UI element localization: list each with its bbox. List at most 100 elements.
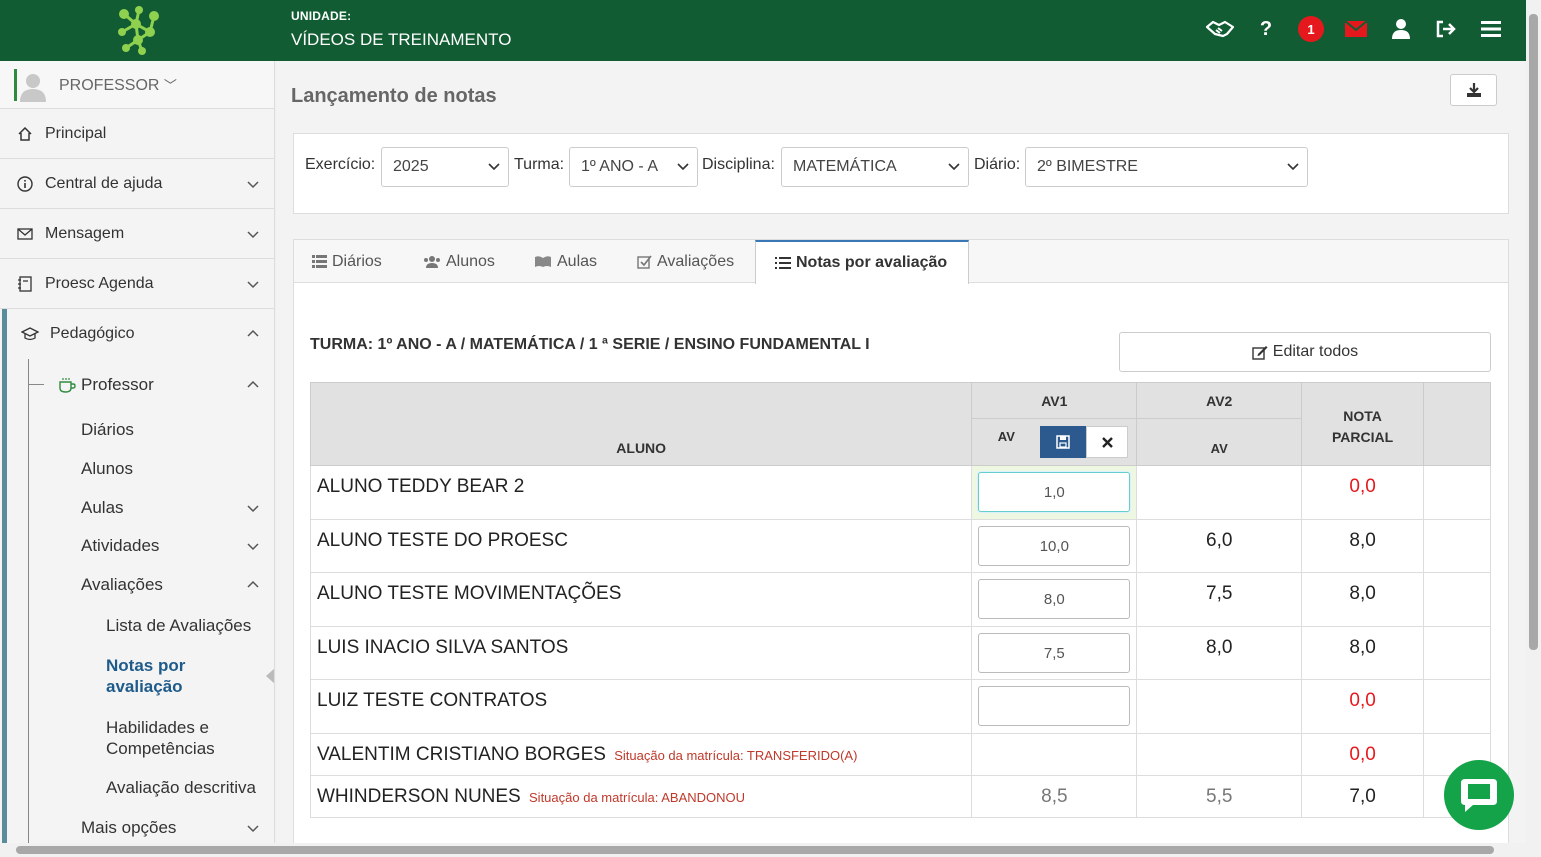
mail-icon[interactable] — [1341, 14, 1371, 44]
sidebar-item-pedagogico[interactable]: Pedagógico — [0, 309, 274, 359]
av1-input[interactable]: 10,0 — [978, 526, 1131, 566]
unit-caption: UNIDADE: — [291, 9, 352, 23]
tab-bar: Diários Alunos Aulas Avaliações Notas po… — [294, 240, 1508, 284]
edit-all-button[interactable]: Editar todos — [1119, 332, 1491, 372]
tab-aulas[interactable]: Aulas — [534, 240, 597, 283]
av1-input[interactable]: 1,0 — [978, 472, 1131, 512]
sidebar-item-aulas[interactable]: Aulas — [0, 488, 274, 527]
sidebar-item-principal[interactable]: Principal — [0, 109, 274, 159]
sidebar-item-label: Proesc Agenda — [45, 274, 154, 292]
chevron-down-icon — [247, 230, 259, 238]
table-header-row: ALUNO AV1 AV2 NOTA PARCIAL — [309, 382, 1491, 466]
scrollbar-thumb[interactable] — [1529, 14, 1538, 650]
user-menu[interactable]: PROFESSOR ﹀ — [0, 61, 274, 109]
disciplina-value: MATEMÁTICA — [793, 158, 897, 175]
av1-input[interactable] — [978, 686, 1131, 726]
chevron-down-icon: ﹀ — [163, 78, 177, 93]
av1-input[interactable]: 7,5 — [978, 633, 1131, 673]
coffee-icon — [58, 377, 76, 393]
sidebar-item-lista-de-avaliacoes[interactable]: Lista de Avaliações — [0, 605, 274, 646]
sidebar-item-label: Professor — [81, 375, 154, 394]
chevron-down-icon — [948, 163, 960, 171]
sidebar-item-proesc-agenda[interactable]: Proesc Agenda — [0, 259, 274, 309]
tab-label: Diários — [332, 252, 382, 270]
av2-cell — [1136, 679, 1303, 734]
sidebar-item-alunos[interactable]: Alunos — [0, 449, 274, 488]
vertical-scrollbar[interactable] — [1526, 0, 1541, 843]
cancel-button[interactable] — [1086, 426, 1129, 458]
chat-button[interactable] — [1444, 760, 1514, 830]
logout-icon[interactable] — [1431, 14, 1461, 44]
sidebar-item-label: Avaliações — [81, 575, 163, 594]
table-row: VALENTIM CRISTIANO BORGES Situação da ma… — [309, 733, 1491, 776]
student-name: VALENTIM CRISTIANO BORGES — [317, 744, 606, 765]
help-icon[interactable]: ? — [1251, 14, 1281, 44]
grades-panel: Diários Alunos Aulas Avaliações Notas po… — [293, 239, 1509, 849]
chevron-down-icon — [247, 825, 259, 833]
users-icon — [423, 255, 441, 268]
notifications-button[interactable]: 1 — [1296, 14, 1326, 44]
chevron-up-icon — [247, 380, 259, 388]
tab-avaliacoes[interactable]: Avaliações — [637, 240, 734, 283]
tab-alunos[interactable]: Alunos — [423, 240, 495, 283]
active-indicator-icon — [266, 668, 274, 684]
download-icon — [1466, 83, 1481, 97]
av1-input[interactable]: 8,0 — [978, 579, 1131, 619]
handshake-icon[interactable] — [1205, 14, 1235, 44]
sidebar-item-mensagem[interactable]: Mensagem — [0, 209, 274, 259]
turma-label: Turma: — [514, 156, 565, 173]
save-button[interactable] — [1040, 426, 1087, 458]
scrollbar-thumb[interactable] — [16, 846, 1494, 854]
student-name: WHINDERSON NUNES — [317, 786, 521, 807]
tab-diarios[interactable]: Diários — [312, 240, 382, 283]
av2-cell: 5,5 — [1136, 775, 1303, 818]
home-icon — [16, 125, 34, 143]
page-title: Lançamento de notas — [291, 85, 497, 107]
enrollment-status: Situação da matrícula: ABANDONOU — [529, 790, 746, 805]
sidebar-item-professor[interactable]: Professor — [0, 359, 274, 411]
sidebar-item-diarios[interactable]: Diários — [0, 411, 274, 449]
hamburger-menu-icon[interactable] — [1476, 14, 1506, 44]
table-row: WHINDERSON NUNES Situação da matrícula: … — [309, 775, 1491, 818]
list-ol-icon — [775, 256, 791, 270]
nota-parcial-cell: 8,0 — [1301, 572, 1425, 627]
sidebar-item-atividades[interactable]: Atividades — [0, 527, 274, 565]
diario-label: Diário: — [974, 156, 1021, 173]
user-icon[interactable] — [1386, 14, 1416, 44]
sidebar-item-label: Atividades — [81, 536, 160, 555]
logo-icon — [118, 6, 159, 55]
chevron-down-icon — [1287, 163, 1299, 171]
turma-value: 1º ANO - A — [581, 158, 658, 175]
sidebar-item-notas-por-avaliacao[interactable]: Notas por avaliação — [0, 646, 274, 708]
download-button[interactable] — [1450, 74, 1497, 106]
exercicio-label: Exercício: — [305, 156, 376, 173]
sidebar-item-mais-opcoes[interactable]: Mais opções — [0, 808, 274, 843]
sidebar-item-avaliacao-descritiva[interactable]: Avaliação descritiva — [0, 768, 274, 808]
nota-parcial-cell: 7,0 — [1301, 775, 1425, 818]
student-name-cell: WHINDERSON NUNES Situação da matrícula: … — [309, 775, 973, 818]
table-row: ALUNO TEDDY BEAR 2 1,0 0,0 — [309, 465, 1491, 520]
table-row: LUIS INACIO SILVA SANTOS 7,5 8,0 8,0 — [309, 626, 1491, 680]
sidebar-item-habilidades[interactable]: Habilidades e Competências — [0, 708, 274, 768]
exercicio-select[interactable]: 2025 — [381, 147, 509, 187]
chevron-down-icon — [488, 163, 500, 171]
header-nota-label: NOTA — [1343, 408, 1382, 424]
nota-parcial-cell: 8,0 — [1301, 519, 1425, 573]
horizontal-scrollbar[interactable] — [0, 843, 1541, 857]
av1-av-label: AV — [997, 428, 1015, 444]
disciplina-select[interactable]: MATEMÁTICA — [781, 147, 969, 187]
logo[interactable] — [0, 0, 275, 61]
chevron-up-icon — [247, 329, 259, 337]
nota-parcial-cell: 0,0 — [1301, 679, 1425, 734]
tab-notas-por-avaliacao[interactable]: Notas por avaliação — [755, 240, 969, 284]
sidebar-item-central-de-ajuda[interactable]: Central de ajuda — [0, 159, 274, 209]
diario-select[interactable]: 2º BIMESTRE — [1025, 147, 1308, 187]
pedagogico-section: Pedagógico Professor Diários Alunos Aula… — [0, 309, 274, 843]
turma-select[interactable]: 1º ANO - A — [569, 147, 698, 187]
main-content: Lançamento de notas Exercício: 2025 Turm… — [276, 61, 1526, 849]
sidebar-item-label: Mensagem — [45, 224, 125, 242]
nota-parcial-cell: 0,0 — [1301, 733, 1425, 776]
av1-cell — [971, 679, 1138, 734]
avatar-icon — [20, 74, 46, 102]
sidebar-item-avaliacoes[interactable]: Avaliações — [0, 565, 274, 605]
